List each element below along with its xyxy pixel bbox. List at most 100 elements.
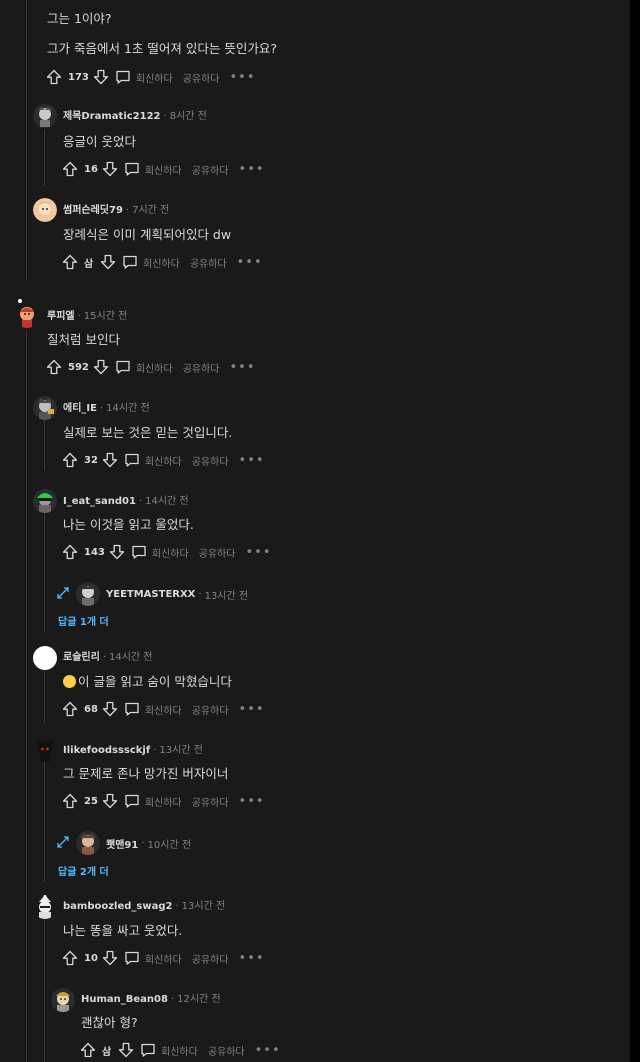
username[interactable]: 썸퍼슨레딧79 [63,205,123,216]
avatar[interactable] [33,489,57,513]
downvote-icon[interactable] [100,254,116,270]
avatar[interactable] [15,304,39,328]
username[interactable]: 루피엘 [47,311,75,322]
downvote-icon[interactable] [102,452,118,468]
upvote-icon[interactable] [46,69,62,85]
share-button[interactable]: 공유하다 [183,70,220,85]
timestamp[interactable]: 12시간 전 [177,994,221,1005]
timestamp[interactable]: 14시간 전 [145,496,189,507]
username[interactable]: Ilikefoodsssckjf [63,745,150,756]
thread-line[interactable] [44,668,45,724]
more-options-icon[interactable]: ••• [255,1043,281,1058]
username[interactable]: Human_Bean08 [81,994,168,1005]
downvote-icon[interactable] [93,69,109,85]
avatar[interactable] [33,895,57,919]
thread-line[interactable] [44,420,45,470]
share-button[interactable]: 공유하다 [183,360,220,375]
thread-line[interactable] [44,918,45,1062]
upvote-icon[interactable] [62,161,78,177]
share-button[interactable]: 공유하다 [208,1043,245,1058]
username[interactable]: bamboozled_swag2 [63,901,172,912]
username[interactable]: 제목Dramatic2122 [63,111,161,122]
downvote-icon[interactable] [102,161,118,177]
timestamp[interactable]: 10시간 전 [148,836,192,851]
timestamp[interactable]: 13시간 전 [182,901,226,912]
share-button[interactable]: 공유하다 [190,255,227,270]
upvote-icon[interactable] [46,359,62,375]
avatar[interactable] [33,396,57,420]
downvote-icon[interactable] [109,544,125,560]
more-options-icon[interactable]: ••• [246,545,272,560]
share-button[interactable]: 공유하다 [192,951,229,966]
upvote-icon[interactable] [62,701,78,717]
more-options-icon[interactable]: ••• [237,255,263,270]
more-options-icon[interactable]: ••• [230,70,256,85]
avatar[interactable] [33,104,57,128]
username[interactable]: YEETMASTERXX [106,589,195,600]
share-button[interactable]: 공유하다 [192,162,229,177]
expand-icon[interactable] [56,835,70,852]
reply-button[interactable]: 회신하다 [115,69,173,85]
scrollbar-track[interactable] [630,0,640,1062]
downvote-icon[interactable] [102,950,118,966]
more-options-icon[interactable]: ••• [239,702,265,717]
thread-line[interactable] [26,0,27,280]
reply-button[interactable]: 회신하다 [124,793,182,809]
more-options-icon[interactable]: ••• [239,794,265,809]
upvote-icon[interactable] [62,950,78,966]
downvote-icon[interactable] [118,1042,134,1058]
more-replies-link[interactable]: 답글 1개 더 [58,613,109,628]
share-button[interactable]: 공유하다 [192,453,229,468]
more-options-icon[interactable]: ••• [230,360,256,375]
downvote-icon[interactable] [93,359,109,375]
reply-button[interactable]: 회신하다 [140,1042,198,1058]
username[interactable]: I_eat_sand01 [63,496,136,507]
timestamp[interactable]: 15시간 전 [84,311,128,322]
downvote-icon[interactable] [102,701,118,717]
username[interactable]: 에티_IE [63,403,97,414]
upvote-icon[interactable] [62,544,78,560]
reply-button[interactable]: 회신하다 [115,359,173,375]
reply-button[interactable]: 회신하다 [131,544,189,560]
reply-button[interactable]: 회신하다 [124,161,182,177]
reply-button[interactable]: 회신하다 [124,452,182,468]
downvote-icon[interactable] [102,793,118,809]
thread-line[interactable] [44,762,45,882]
comment-icon [124,161,140,177]
reply-label: 회신하다 [135,73,173,85]
more-replies-link[interactable]: 답글 2개 더 [58,863,109,878]
reply-button[interactable]: 회신하다 [124,701,182,717]
upvote-icon[interactable] [62,254,78,270]
reply-button[interactable]: 회신하다 [124,950,182,966]
more-options-icon[interactable]: ••• [239,453,265,468]
more-options-icon[interactable]: ••• [239,162,265,177]
thread-line[interactable] [44,130,45,186]
thread-line[interactable] [44,512,45,632]
collapsed-reply[interactable]: YEETMASTERXX · 13시간 전 [56,582,249,606]
share-button[interactable]: 공유하다 [192,794,229,809]
username[interactable]: 로슬린리 [63,652,100,663]
reply-button[interactable]: 회신하다 [122,254,180,270]
upvote-icon[interactable] [80,1042,96,1058]
avatar[interactable] [33,198,57,222]
more-options-icon[interactable]: ••• [239,951,265,966]
timestamp[interactable]: 7시간 전 [132,205,169,216]
upvote-icon[interactable] [62,452,78,468]
timestamp[interactable]: 13시간 전 [159,745,203,756]
avatar[interactable] [33,646,57,670]
expand-icon[interactable] [56,586,70,603]
collapsed-reply[interactable]: 쾟맨91 · 10시간 전 [56,831,192,855]
share-button[interactable]: 공유하다 [192,702,229,717]
timestamp[interactable]: 8시간 전 [170,111,207,122]
timestamp[interactable]: 14시간 전 [109,652,153,663]
username[interactable]: 쾟맨91 [106,836,138,851]
avatar[interactable] [76,582,100,606]
upvote-icon[interactable] [62,793,78,809]
avatar[interactable] [51,988,75,1012]
timestamp[interactable]: 14시간 전 [106,403,150,414]
share-button[interactable]: 공유하다 [199,545,236,560]
avatar[interactable] [76,831,100,855]
avatar[interactable] [33,738,57,762]
thread-line[interactable] [26,330,27,1062]
timestamp[interactable]: 13시간 전 [205,587,249,602]
